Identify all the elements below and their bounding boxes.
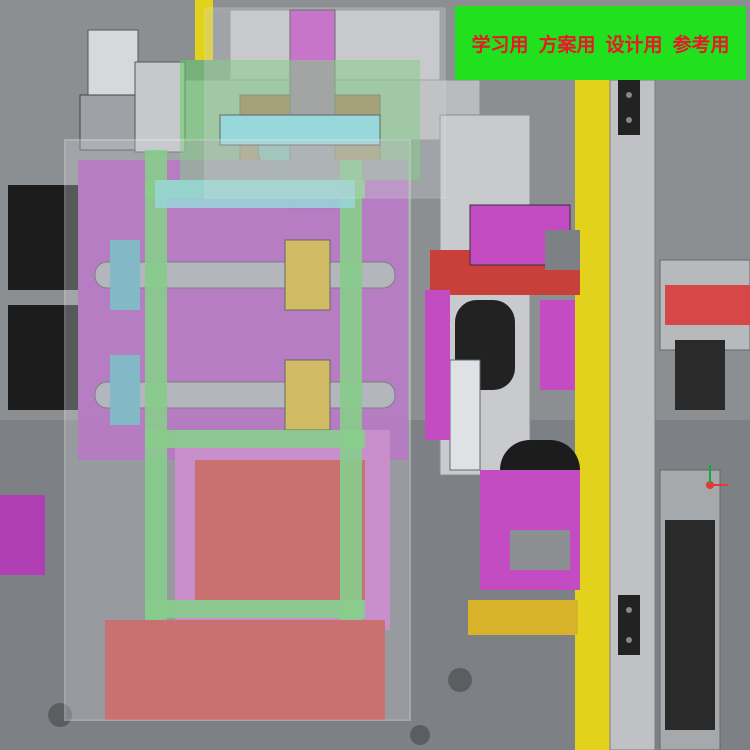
machine-3d-model [0, 0, 750, 750]
banner-label: 方案用 [538, 33, 596, 56]
usage-banner: 学习用 方案用 设计用 参考用 [455, 6, 746, 80]
banner-label: 设计用 [605, 33, 663, 56]
mount-hole [448, 668, 472, 692]
banner-label: 参考用 [672, 33, 730, 56]
safety-guard [64, 139, 411, 721]
cad-viewport[interactable]: 学习用 方案用 设计用 参考用 [0, 0, 750, 750]
safety-post [575, 80, 610, 750]
banner-label: 学习用 [471, 33, 529, 56]
mount-hole [410, 725, 430, 745]
